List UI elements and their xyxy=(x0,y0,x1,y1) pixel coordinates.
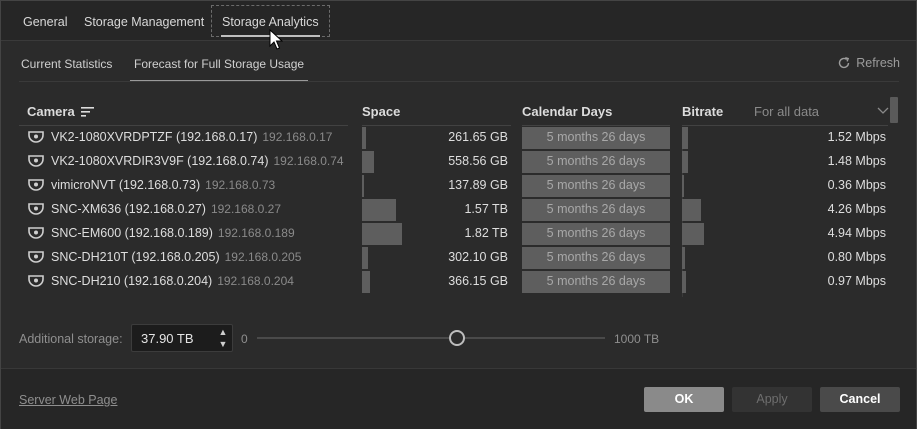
camera-ip: 192.168.0.17 xyxy=(262,130,333,144)
header-bitrate[interactable]: Bitrate xyxy=(682,101,723,121)
calendar-days-value: 5 months 26 days xyxy=(546,274,646,288)
camera-name: VK2-1080XVRDIR3V9F (192.168.0.74) 192.168… xyxy=(51,154,344,168)
table-row[interactable]: SNC-DH210T (192.168.0.205) 192.168.0.205 … xyxy=(19,247,899,269)
spin-down-icon[interactable]: ▼ xyxy=(218,339,228,349)
camera-icon xyxy=(28,203,44,215)
sort-icon[interactable] xyxy=(80,106,94,117)
camera-name: SNC-EM600 (192.168.0.189) 192.168.0.189 xyxy=(51,226,295,240)
tab-storage-management[interactable]: Storage Management xyxy=(74,7,214,37)
apply-button[interactable]: Apply xyxy=(732,387,812,412)
mouse-cursor-icon xyxy=(269,29,283,50)
camera-name: SNC-XM636 (192.168.0.27) 192.168.0.27 xyxy=(51,202,282,216)
cancel-button[interactable]: Cancel xyxy=(820,387,900,412)
camera-ip: 192.168.0.27 xyxy=(210,202,282,216)
table-row[interactable]: VK2-1080XVRDPTZF (192.168.0.17) 192.168.0… xyxy=(19,127,899,149)
dialog-window: General Storage Management Storage Analy… xyxy=(0,0,917,429)
bitrate-value: 1.48 Mbps xyxy=(827,154,886,168)
slider-min-label: 0 xyxy=(241,332,248,346)
data-range-value: For all data xyxy=(754,103,820,119)
bitrate-value: 4.26 Mbps xyxy=(827,202,886,216)
camera-ip: 192.168.0.205 xyxy=(224,250,302,264)
chevron-down-icon xyxy=(877,107,889,114)
camera-icon xyxy=(28,275,44,287)
camera-name: SNC-DH210T (192.168.0.205) 192.168.0.205 xyxy=(51,250,302,264)
space-value: 137.89 GB xyxy=(448,178,508,192)
space-value: 261.65 GB xyxy=(448,130,508,144)
bitrate-value: 0.36 Mbps xyxy=(827,178,886,192)
space-value: 1.57 TB xyxy=(464,202,508,216)
space-value: 302.10 GB xyxy=(448,250,508,264)
camera-name: VK2-1080XVRDPTZF (192.168.0.17) 192.168.0… xyxy=(51,130,333,144)
header-camera-label: Camera xyxy=(27,103,75,119)
camera-name: SNC-DH210 (192.168.0.204) 192.168.0.204 xyxy=(51,274,294,288)
data-range-dropdown[interactable]: For all data xyxy=(754,101,889,121)
camera-name: vimicroNVT (192.168.0.73) 192.168.0.73 xyxy=(51,178,276,192)
calendar-days-value: 5 months 26 days xyxy=(546,154,646,168)
tab-general[interactable]: General xyxy=(13,7,77,37)
camera-ip: 192.168.0.74 xyxy=(273,154,344,168)
header-calendar-days[interactable]: Calendar Days xyxy=(522,101,612,121)
subtab-forecast[interactable]: Forecast for Full Storage Usage xyxy=(129,57,309,81)
refresh-icon xyxy=(839,56,850,69)
storage-slider-thumb[interactable] xyxy=(449,330,465,346)
camera-icon xyxy=(28,155,44,167)
server-web-page-link[interactable]: Server Web Page xyxy=(19,393,117,407)
additional-storage-value[interactable]: 37.90 TB xyxy=(141,331,194,346)
calendar-days-value: 5 months 26 days xyxy=(546,202,646,216)
storage-table: Camera Space Calendar Days Bitrate For a… xyxy=(19,97,901,297)
additional-storage-label: Additional storage: xyxy=(19,332,123,346)
space-value: 1.82 TB xyxy=(464,226,508,240)
refresh-label: Refresh xyxy=(856,56,900,70)
spin-up-icon[interactable]: ▲ xyxy=(218,327,228,337)
header-divider xyxy=(682,125,888,126)
camera-ip: 192.168.0.189 xyxy=(217,226,295,240)
camera-icon xyxy=(28,131,44,143)
header-divider xyxy=(522,125,670,126)
header-divider xyxy=(362,125,511,126)
storage-slider-track[interactable] xyxy=(257,337,605,339)
camera-icon xyxy=(28,179,44,191)
camera-icon xyxy=(28,251,44,263)
refresh-button[interactable]: Refresh xyxy=(837,54,900,72)
subtab-current-statistics[interactable]: Current Statistics xyxy=(21,57,112,81)
camera-icon xyxy=(28,227,44,239)
header-space[interactable]: Space xyxy=(362,101,400,121)
additional-storage-spinbox[interactable]: 37.90 TB ▲ ▼ xyxy=(131,324,233,352)
header-camera[interactable]: Camera xyxy=(27,101,94,121)
table-row[interactable]: SNC-EM600 (192.168.0.189) 192.168.0.189 1… xyxy=(19,223,899,245)
ok-button[interactable]: OK xyxy=(644,387,724,412)
calendar-days-value: 5 months 26 days xyxy=(546,250,646,264)
table-row[interactable]: SNC-XM636 (192.168.0.27) 192.168.0.27 1.5… xyxy=(19,199,899,221)
table-row[interactable]: vimicroNVT (192.168.0.73) 192.168.0.73 13… xyxy=(19,175,899,197)
space-value: 366.15 GB xyxy=(448,274,508,288)
bitrate-value: 0.97 Mbps xyxy=(827,274,886,288)
camera-ip: 192.168.0.204 xyxy=(217,274,294,288)
table-row[interactable]: SNC-DH210 (192.168.0.204) 192.168.0.204 3… xyxy=(19,271,899,293)
slider-max-label: 1000 TB xyxy=(614,332,660,346)
bitrate-value: 1.52 Mbps xyxy=(827,130,886,144)
camera-ip: 192.168.0.73 xyxy=(205,178,276,192)
top-tab-bar: General Storage Management Storage Analy… xyxy=(1,1,916,41)
table-row[interactable]: VK2-1080XVRDIR3V9F (192.168.0.74) 192.168… xyxy=(19,151,899,173)
bitrate-value: 4.94 Mbps xyxy=(827,226,886,240)
calendar-days-value: 5 months 26 days xyxy=(546,178,646,192)
dialog-footer: Server Web Page OK Apply Cancel xyxy=(1,368,916,429)
bitrate-value: 0.80 Mbps xyxy=(827,250,886,264)
calendar-days-value: 5 months 26 days xyxy=(546,130,646,144)
table-scrollbar[interactable] xyxy=(890,97,898,123)
space-value: 558.56 GB xyxy=(448,154,508,168)
calendar-days-value: 5 months 26 days xyxy=(546,226,646,240)
header-divider xyxy=(19,125,348,126)
subtab-divider xyxy=(19,81,899,82)
